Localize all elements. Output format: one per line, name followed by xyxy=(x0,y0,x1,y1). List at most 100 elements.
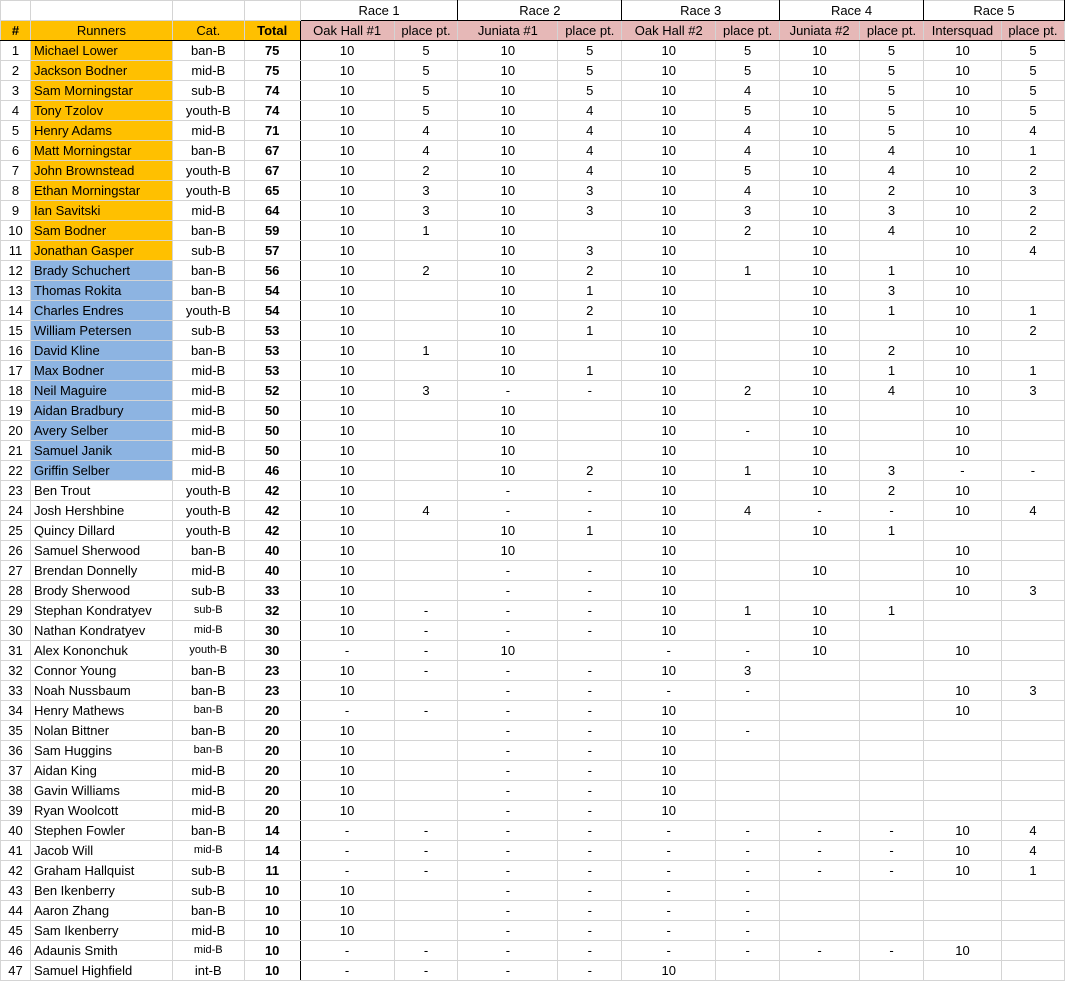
cell-race-2-points[interactable]: 10 xyxy=(457,100,559,121)
cell-race-4-place-pt[interactable]: - xyxy=(859,500,924,521)
cell-race-2-place-pt[interactable]: - xyxy=(557,580,623,601)
cell-race-5-place-pt[interactable]: 1 xyxy=(1000,360,1065,381)
cell-category[interactable]: sub-B xyxy=(171,580,245,601)
cell-race-4-place-pt[interactable]: 4 xyxy=(859,220,924,241)
cell-race-1-place-pt[interactable] xyxy=(393,560,459,581)
cell-race-2-points[interactable]: - xyxy=(457,700,559,721)
cell-race-3-place-pt[interactable] xyxy=(715,520,781,541)
cell-race-1-place-pt[interactable] xyxy=(393,480,459,501)
cell-total[interactable]: 20 xyxy=(243,720,301,741)
header-total[interactable]: Total xyxy=(243,20,301,41)
cell-race-5-place-pt[interactable]: 1 xyxy=(1000,300,1065,321)
cell-total[interactable]: 23 xyxy=(243,660,301,681)
cell-total[interactable]: 10 xyxy=(243,880,301,901)
cell-race-1-place-pt[interactable] xyxy=(393,680,459,701)
cell-race-1-points[interactable]: 10 xyxy=(299,680,395,701)
cell-race-4-points[interactable]: 10 xyxy=(779,600,861,621)
cell-race-3-place-pt[interactable]: 1 xyxy=(715,460,781,481)
cell-rank[interactable]: 29 xyxy=(0,600,31,621)
cell-rank[interactable]: 36 xyxy=(0,740,31,761)
cell-race-2-points[interactable]: 10 xyxy=(457,240,559,261)
cell-race-4-place-pt[interactable] xyxy=(859,540,924,561)
cell-race-3-points[interactable]: 10 xyxy=(621,300,717,321)
cell-race-4-points[interactable]: - xyxy=(779,940,861,961)
cell-race-1-place-pt[interactable]: - xyxy=(393,620,459,641)
cell-rank[interactable]: 26 xyxy=(0,540,31,561)
cell-race-3-points[interactable]: - xyxy=(621,920,717,941)
cell-race-5-points[interactable]: 10 xyxy=(922,680,1002,701)
cell-race-2-points[interactable]: - xyxy=(457,680,559,701)
cell-rank[interactable]: 41 xyxy=(0,840,31,861)
cell-race-1-place-pt[interactable]: 5 xyxy=(393,60,459,81)
cell-category[interactable]: mid-B xyxy=(171,440,245,461)
cell-race-3-points[interactable]: - xyxy=(621,820,717,841)
cell-category[interactable]: sub-B xyxy=(171,240,245,261)
cell-race-2-points[interactable]: 10 xyxy=(457,360,559,381)
cell-rank[interactable]: 44 xyxy=(0,900,31,921)
cell-race-3-points[interactable]: 10 xyxy=(621,380,717,401)
cell-race-5-points[interactable] xyxy=(922,920,1002,941)
cell-total[interactable]: 20 xyxy=(243,800,301,821)
cell-race-2-points[interactable]: 10 xyxy=(457,40,559,61)
cell-race-3-points[interactable]: 10 xyxy=(621,960,717,981)
cell-race-5-points[interactable]: 10 xyxy=(922,440,1002,461)
cell-race-3-place-pt[interactable]: 1 xyxy=(715,260,781,281)
cell-race-4-points[interactable]: 10 xyxy=(779,460,861,481)
cell-race-4-points[interactable] xyxy=(779,760,861,781)
cell-race-4-points[interactable]: 10 xyxy=(779,400,861,421)
cell-race-2-points[interactable]: 10 xyxy=(457,200,559,221)
cell-race-5-points[interactable]: 10 xyxy=(922,560,1002,581)
cell-race-3-points[interactable]: 10 xyxy=(621,740,717,761)
cell-race-3-place-pt[interactable]: 4 xyxy=(715,140,781,161)
cell-race-5-place-pt[interactable] xyxy=(1000,260,1065,281)
cell-race-2-points[interactable]: - xyxy=(457,860,559,881)
cell-race-1-place-pt[interactable] xyxy=(393,460,459,481)
cell-race-3-place-pt[interactable]: - xyxy=(715,720,781,741)
cell-total[interactable]: 14 xyxy=(243,820,301,841)
header-num[interactable]: # xyxy=(0,20,31,41)
cell-runner-name[interactable]: Nathan Kondratyev xyxy=(29,620,173,641)
cell-race-4-points[interactable]: 10 xyxy=(779,380,861,401)
cell-runner-name[interactable]: Brody Sherwood xyxy=(29,580,173,601)
cell-rank[interactable]: 23 xyxy=(0,480,31,501)
cell-race-3-points[interactable]: 10 xyxy=(621,600,717,621)
cell-category[interactable]: mid-B xyxy=(171,120,245,141)
cell-race-1-points[interactable]: 10 xyxy=(299,400,395,421)
cell-race-5-points[interactable] xyxy=(922,720,1002,741)
cell-race-4-points[interactable]: - xyxy=(779,500,861,521)
cell-race-1-points[interactable]: 10 xyxy=(299,560,395,581)
cell-race-1-points[interactable]: 10 xyxy=(299,580,395,601)
header-race-4-meet[interactable]: Juniata #2 xyxy=(779,20,861,41)
cell-race-3-points[interactable]: 10 xyxy=(621,720,717,741)
cell-race-3-points[interactable]: 10 xyxy=(621,340,717,361)
cell-race-1-place-pt[interactable] xyxy=(393,780,459,801)
cell-race-2-points[interactable]: 10 xyxy=(457,640,559,661)
cell-race-5-place-pt[interactable]: 3 xyxy=(1000,680,1065,701)
cell-race-5-points[interactable] xyxy=(922,880,1002,901)
cell-race-2-place-pt[interactable]: - xyxy=(557,560,623,581)
cell-race-5-points[interactable]: 10 xyxy=(922,180,1002,201)
cell-race-2-points[interactable]: - xyxy=(457,920,559,941)
cell-race-2-place-pt[interactable]: 5 xyxy=(557,80,623,101)
cell-race-3-place-pt[interactable] xyxy=(715,800,781,821)
cell-race-2-place-pt[interactable]: - xyxy=(557,600,623,621)
cell-rank[interactable]: 31 xyxy=(0,640,31,661)
header-race-3-meet[interactable]: Oak Hall #2 xyxy=(621,20,717,41)
cell-rank[interactable]: 19 xyxy=(0,400,31,421)
cell-race-3-points[interactable]: 10 xyxy=(621,220,717,241)
cell-race-4-points[interactable] xyxy=(779,960,861,981)
cell-race-1-place-pt[interactable]: 4 xyxy=(393,120,459,141)
cell-race-4-place-pt[interactable] xyxy=(859,580,924,601)
cell-race-4-points[interactable] xyxy=(779,880,861,901)
cell-race-2-place-pt[interactable]: - xyxy=(557,380,623,401)
cell-race-2-place-pt[interactable]: 3 xyxy=(557,200,623,221)
cell-race-4-points[interactable]: 10 xyxy=(779,520,861,541)
cell-race-1-points[interactable]: 10 xyxy=(299,220,395,241)
cell-race-4-points[interactable]: 10 xyxy=(779,360,861,381)
cell-race-1-points[interactable]: 10 xyxy=(299,320,395,341)
cell-race-3-points[interactable]: 10 xyxy=(621,660,717,681)
cell-race-4-place-pt[interactable]: 1 xyxy=(859,260,924,281)
cell-race-3-points[interactable]: - xyxy=(621,640,717,661)
cell-rank[interactable]: 34 xyxy=(0,700,31,721)
cell-race-4-place-pt[interactable] xyxy=(859,760,924,781)
